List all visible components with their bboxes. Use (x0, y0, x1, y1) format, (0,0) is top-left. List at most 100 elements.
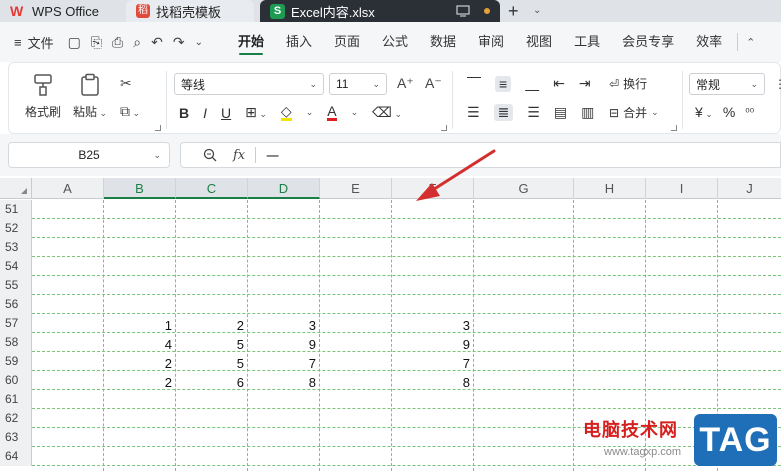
clipboard-launcher-icon[interactable] (155, 125, 161, 131)
cell-b57[interactable]: 1 (104, 316, 176, 335)
copy-icon[interactable]: ⧉ ⌄ (120, 103, 140, 120)
column-header-g[interactable]: G (474, 178, 574, 199)
file-menu[interactable]: ≡ 文件 (14, 33, 54, 52)
tab-view[interactable]: 视图 (515, 22, 563, 62)
insert-function-icon[interactable]: fx (233, 148, 245, 163)
select-all-corner[interactable] (0, 178, 32, 199)
column-header-a[interactable]: A (32, 178, 104, 199)
align-middle-icon[interactable]: ≡ (495, 75, 512, 92)
cell-f58[interactable]: 9 (392, 335, 474, 354)
row-header[interactable]: 58 (0, 333, 32, 352)
column-header-j[interactable]: J (718, 178, 781, 199)
cell-d60[interactable]: 8 (248, 373, 320, 392)
font-launcher-icon[interactable] (441, 125, 447, 131)
align-left-icon[interactable]: ☰ (467, 104, 480, 121)
tab-member[interactable]: 会员专享 (611, 22, 685, 62)
column-header-e[interactable]: E (320, 178, 392, 199)
tab-template[interactable]: 稻 找稻壳模板 (126, 0, 254, 22)
formula-input[interactable]: fx 一 (180, 142, 781, 168)
cell-c57[interactable]: 2 (176, 316, 248, 335)
undo-icon[interactable]: ↶ (151, 34, 163, 51)
row-header[interactable]: 52 (0, 219, 32, 238)
tab-wps-office[interactable]: W WPS Office (0, 0, 120, 22)
cell-b58[interactable]: 4 (104, 335, 176, 354)
clear-format-icon[interactable]: ⌫ ⌄ (372, 104, 402, 121)
cut-icon[interactable]: ✂ (120, 75, 132, 92)
save-icon[interactable]: ▢ (68, 34, 81, 51)
cell-f59[interactable]: 7 (392, 354, 474, 373)
row-header[interactable]: 59 (0, 352, 32, 371)
cell-c60[interactable]: 6 (176, 373, 248, 392)
name-box[interactable]: B25 ⌄ (8, 142, 170, 168)
tab-home[interactable]: 开始 (227, 22, 275, 62)
row-header[interactable]: 61 (0, 390, 32, 409)
font-size-select[interactable]: 11 ⌄ (329, 73, 387, 95)
column-header-h[interactable]: H (574, 178, 646, 199)
tab-efficiency[interactable]: 效率 (685, 22, 733, 62)
cell-d59[interactable]: 7 (248, 354, 320, 373)
cell-d58[interactable]: 9 (248, 335, 320, 354)
tab-page[interactable]: 页面 (323, 22, 371, 62)
percent-button[interactable]: % (723, 104, 735, 120)
tab-insert[interactable]: 插入 (275, 22, 323, 62)
row-header[interactable]: 64 (0, 447, 32, 466)
row-header[interactable]: 56 (0, 295, 32, 314)
increase-indent-icon[interactable]: ⇥ (579, 75, 591, 92)
borders-icon[interactable]: ⊞ ⌄ (245, 104, 267, 121)
decrease-font-icon[interactable]: A⁻ (425, 75, 442, 92)
row-header[interactable]: 60 (0, 371, 32, 390)
row-header[interactable]: 57 (0, 314, 32, 333)
tab-review[interactable]: 审阅 (467, 22, 515, 62)
chevron-down-icon[interactable]: ⌄ (533, 0, 541, 22)
italic-icon[interactable]: I (203, 105, 207, 121)
new-tab-plus-icon[interactable]: + (508, 0, 519, 22)
more-icon[interactable]: ⋮ (774, 77, 781, 91)
column-header-d[interactable]: D (248, 178, 320, 199)
tab-excel-file[interactable]: S Excel内容.xlsx (260, 0, 500, 22)
tab-tools[interactable]: 工具 (563, 22, 611, 62)
cell-b59[interactable]: 2 (104, 354, 176, 373)
align-top-icon[interactable]: ⎺ (467, 75, 481, 92)
column-header-b[interactable]: B (104, 178, 176, 199)
tab-formulas[interactable]: 公式 (371, 22, 419, 62)
merge-cells-button[interactable]: ⊟ 合并 ⌄ (609, 104, 659, 121)
zoom-icon[interactable] (203, 148, 217, 162)
share-icon[interactable]: ⎘ (91, 34, 102, 51)
collapse-ribbon-icon[interactable]: ⌃ (746, 36, 755, 49)
cell-c58[interactable]: 5 (176, 335, 248, 354)
font-color-icon[interactable]: A (327, 104, 337, 121)
chevron-down-icon[interactable]: ⌄ (195, 37, 203, 48)
monitor-icon[interactable] (456, 5, 470, 17)
row-header[interactable]: 63 (0, 428, 32, 447)
underline-icon[interactable]: U (221, 105, 231, 121)
currency-button[interactable]: ¥ ⌄ (695, 104, 713, 120)
cell-d57[interactable]: 3 (248, 316, 320, 335)
comma-style-icon[interactable]: ⁰⁰ (745, 106, 754, 119)
column-header-f[interactable]: F (392, 178, 474, 199)
chevron-down-icon[interactable]: ⌄ (153, 150, 161, 161)
column-header-i[interactable]: I (646, 178, 718, 199)
print-icon[interactable]: ⎙ (112, 34, 123, 51)
tab-data[interactable]: 数据 (419, 22, 467, 62)
fill-color-icon[interactable]: ◇ (280, 104, 292, 121)
distribute-icon[interactable]: ▥ (581, 104, 594, 121)
print-preview-icon[interactable]: ⌕ (133, 34, 141, 51)
chevron-down-icon[interactable]: ⌄ (351, 107, 359, 118)
cell-c59[interactable]: 5 (176, 354, 248, 373)
row-header[interactable]: 53 (0, 238, 32, 257)
row-header[interactable]: 54 (0, 257, 32, 276)
chevron-down-icon[interactable]: ⌄ (306, 107, 314, 118)
alignment-launcher-icon[interactable] (671, 125, 677, 131)
align-center-icon[interactable]: ≣ (493, 104, 514, 121)
cell-f60[interactable]: 8 (392, 373, 474, 392)
cell-b60[interactable]: 2 (104, 373, 176, 392)
align-right-icon[interactable]: ☰ (527, 104, 540, 121)
font-name-select[interactable]: 等线 ⌄ (174, 73, 324, 95)
bold-icon[interactable]: B (179, 105, 189, 121)
row-header[interactable]: 62 (0, 409, 32, 428)
align-bottom-icon[interactable]: ⎽ (525, 75, 539, 92)
redo-icon[interactable]: ↷ (173, 34, 185, 51)
column-header-c[interactable]: C (176, 178, 248, 199)
row-header[interactable]: 55 (0, 276, 32, 295)
decrease-indent-icon[interactable]: ⇤ (553, 75, 565, 92)
